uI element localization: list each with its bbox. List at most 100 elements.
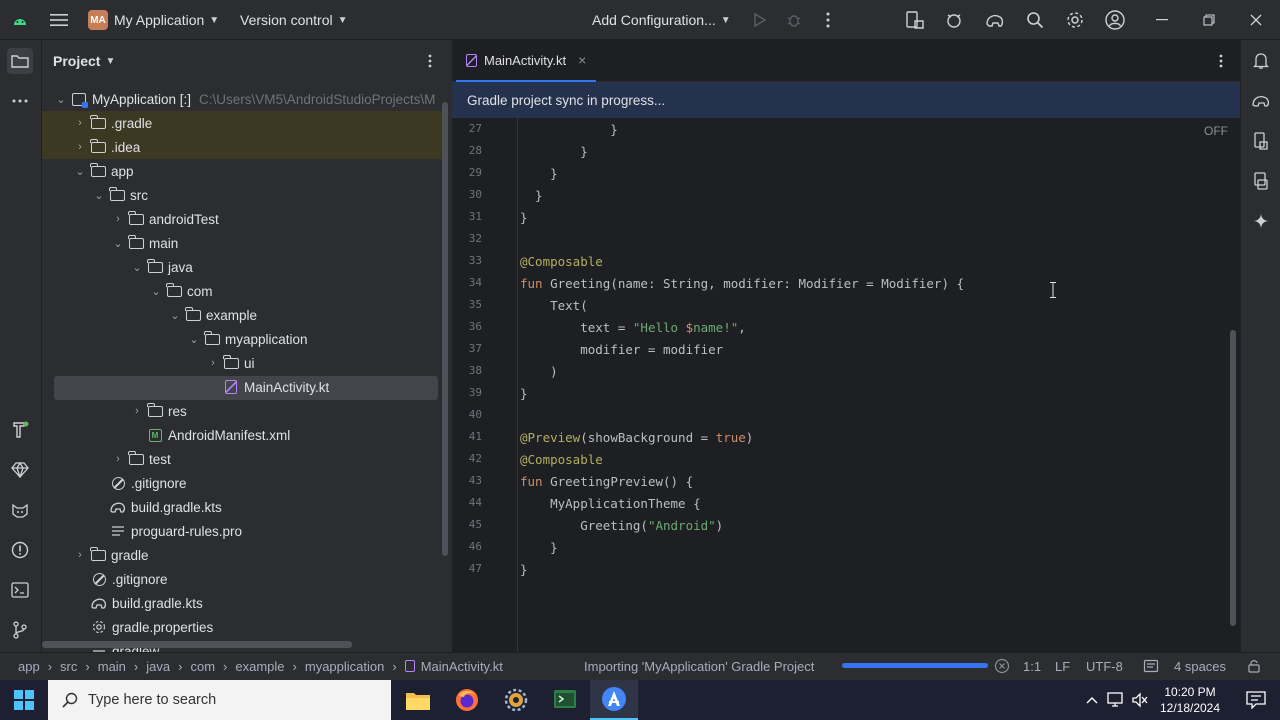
tree-item[interactable]: ⌄ MyApplication [:] C:\Users\VM5\Android… xyxy=(52,87,452,111)
file-explorer-icon[interactable] xyxy=(394,680,442,720)
cancel-task-icon[interactable] xyxy=(994,658,1010,674)
breadcrumb-item[interactable]: main xyxy=(98,659,126,674)
gradle-elephant-icon[interactable] xyxy=(983,8,1007,32)
tree-item[interactable]: › res xyxy=(128,399,187,423)
resource-manager-icon[interactable] xyxy=(7,457,33,483)
breadcrumb-item[interactable]: example xyxy=(235,659,284,674)
volume-muted-icon[interactable] xyxy=(1128,680,1152,720)
notifications-icon[interactable] xyxy=(1248,48,1274,74)
account-icon[interactable] xyxy=(1103,8,1127,32)
git-icon[interactable] xyxy=(7,617,33,643)
vcs-selector[interactable]: Version control ▼ xyxy=(240,0,348,40)
vertical-scrollbar[interactable] xyxy=(442,102,448,556)
panel-options-icon[interactable] xyxy=(417,48,443,74)
settings-app-icon[interactable] xyxy=(492,680,540,720)
tree-item[interactable]: MainActivity.kt xyxy=(222,375,329,399)
gradle-tool-icon[interactable] xyxy=(1248,88,1274,114)
tree-item[interactable]: ⌄ main xyxy=(109,231,178,255)
network-icon[interactable] xyxy=(1104,680,1128,720)
tree-item[interactable]: › .idea xyxy=(42,135,442,159)
taskbar-clock[interactable]: 10:20 PM 12/18/2024 xyxy=(1150,684,1230,716)
notification-center-icon[interactable] xyxy=(1232,680,1280,720)
tree-item[interactable]: .gitignore xyxy=(109,471,187,495)
run-icon[interactable] xyxy=(748,8,772,32)
line-separator[interactable]: LF xyxy=(1055,653,1070,679)
tree-item[interactable]: › test xyxy=(109,447,171,471)
tree-item[interactable]: ⌄ myapplication xyxy=(185,327,308,351)
breadcrumb-item[interactable]: myapplication xyxy=(305,659,385,674)
more-actions-icon[interactable] xyxy=(816,8,840,32)
indent-setting[interactable]: 4 spaces xyxy=(1174,653,1226,679)
gear-icon[interactable] xyxy=(1063,8,1087,32)
background-task[interactable]: Importing 'MyApplication' Gradle Project xyxy=(584,653,814,679)
problems-icon[interactable] xyxy=(7,537,33,563)
terminal-icon[interactable] xyxy=(7,577,33,603)
folder-icon xyxy=(89,546,107,563)
tree-item[interactable]: ⌄ src xyxy=(90,183,148,207)
tree-item[interactable]: gradle.properties xyxy=(90,615,213,639)
line-number: 33 xyxy=(468,254,482,267)
breadcrumb-item[interactable]: MainActivity.kt xyxy=(421,659,503,674)
logcat-icon[interactable] xyxy=(7,497,33,523)
task-progress-fill xyxy=(842,663,988,668)
file-encoding[interactable]: UTF-8 xyxy=(1086,653,1123,679)
search-icon[interactable] xyxy=(1023,8,1047,32)
breadcrumb-item[interactable]: app xyxy=(18,659,40,674)
tree-item[interactable]: › gradle xyxy=(71,543,149,567)
breadcrumb-item[interactable]: com xyxy=(190,659,215,674)
tree-item-label: build.gradle.kts xyxy=(112,595,203,611)
reader-mode-icon[interactable] xyxy=(1143,658,1159,674)
search-icon xyxy=(62,692,78,708)
android-studio-taskbar-icon[interactable] xyxy=(590,680,638,720)
tree-item[interactable]: ⌄ java xyxy=(128,255,193,279)
running-devices-icon[interactable] xyxy=(1248,168,1274,194)
chevron-right-icon: › xyxy=(116,453,120,465)
tree-item[interactable]: ⌄ app xyxy=(71,159,134,183)
device-manager-icon[interactable] xyxy=(903,8,927,32)
project-selector[interactable]: MA My Application ▼ xyxy=(88,0,219,40)
firefox-icon[interactable] xyxy=(443,680,491,720)
line-number: 30 xyxy=(468,188,482,201)
close-icon[interactable] xyxy=(1244,8,1268,32)
project-tool-icon[interactable] xyxy=(7,48,33,74)
inspection-toggle[interactable]: OFF xyxy=(1204,124,1228,138)
taskbar-search-box[interactable]: Type here to search xyxy=(48,680,391,720)
tree-item[interactable]: › ui xyxy=(204,351,255,375)
tree-item[interactable]: M AndroidManifest.xml xyxy=(146,423,290,447)
breadcrumb-item[interactable]: src xyxy=(60,659,77,674)
project-view-selector[interactable]: Project ▼ xyxy=(53,49,115,73)
tree-item-label: test xyxy=(149,451,171,467)
run-config-selector[interactable]: Add Configuration... ▼ xyxy=(592,0,731,40)
breadcrumb-item[interactable]: java xyxy=(146,659,170,674)
file-lock-icon[interactable] xyxy=(1246,658,1262,674)
more-tools-icon[interactable] xyxy=(7,88,33,114)
editor-scrollbar[interactable] xyxy=(1230,330,1236,626)
tree-item[interactable]: ⌄ com xyxy=(147,279,213,303)
code-editor[interactable]: OFF 27 28 29 30 31 32 33 34 35 36 37 38 … xyxy=(452,118,1240,652)
gemini-icon[interactable] xyxy=(1248,208,1274,234)
build-variants-icon[interactable] xyxy=(7,417,33,443)
code-line: } xyxy=(520,144,588,159)
tree-item[interactable]: .gitignore xyxy=(90,567,168,591)
main-menu-icon[interactable] xyxy=(47,8,71,32)
chevron-up-icon[interactable] xyxy=(1082,680,1102,720)
minimize-icon[interactable] xyxy=(1150,8,1174,32)
tree-item[interactable]: build.gradle.kts xyxy=(90,591,203,615)
caret-position[interactable]: 1:1 xyxy=(1023,653,1041,679)
tab-options-icon[interactable] xyxy=(1208,48,1234,74)
horizontal-scrollbar[interactable] xyxy=(42,641,352,648)
debug-icon[interactable] xyxy=(782,8,806,32)
device-manager-tool-icon[interactable] xyxy=(1248,128,1274,154)
tree-item[interactable]: proguard-rules.pro xyxy=(109,519,242,543)
tree-item[interactable]: ⌄ example xyxy=(166,303,257,327)
tree-item[interactable]: › .gradle xyxy=(42,111,442,135)
tab-close-icon[interactable]: × xyxy=(578,52,586,68)
tree-item[interactable]: build.gradle.kts xyxy=(109,495,222,519)
maximize-icon[interactable] xyxy=(1197,8,1221,32)
sync-gradle-icon[interactable] xyxy=(943,8,967,32)
terminal-app-icon[interactable] xyxy=(541,680,589,720)
tree-item[interactable]: › androidTest xyxy=(109,207,219,231)
windows-start-icon[interactable] xyxy=(0,680,48,720)
tab-main-activity[interactable]: MainActivity.kt × xyxy=(456,40,597,82)
code-line: } xyxy=(520,562,528,577)
